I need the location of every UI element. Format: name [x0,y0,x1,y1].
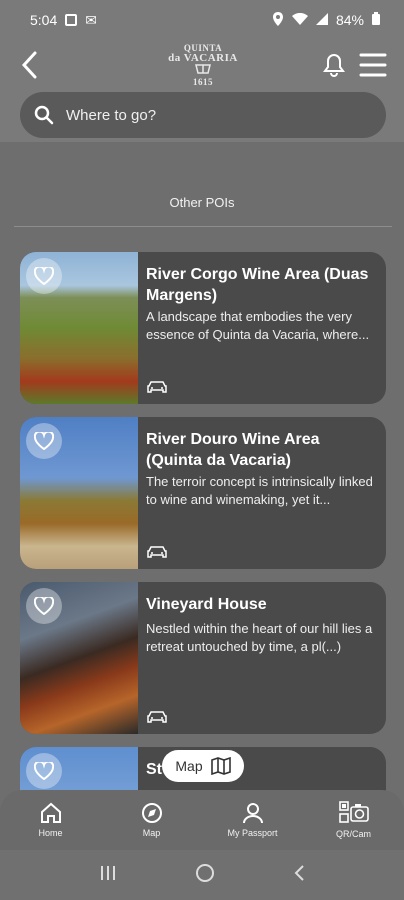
email-icon: ✉ [85,11,97,28]
hamburger-menu-icon [359,53,387,77]
back-button[interactable] [14,48,44,82]
search-icon [34,105,54,125]
person-icon [242,803,263,824]
nav-label: Map [142,828,161,838]
menu-button[interactable] [356,50,390,80]
status-time: 5:04 [30,12,58,28]
notifications-button[interactable] [320,50,348,80]
search-input[interactable]: Where to go? [20,92,386,138]
map-button-label: Map [175,758,203,774]
nav-item-map[interactable]: Map [107,802,197,838]
compass-icon [141,803,162,823]
heart-icon [34,597,54,615]
favorite-button[interactable] [26,423,62,459]
status-bar: 5:04 ✉ 84% [0,0,404,40]
location-icon [272,11,284,29]
section-divider [14,226,392,227]
nav-item-qr-cam[interactable]: QR/Cam [309,801,399,839]
battery-icon [372,12,380,28]
battery-level: 84% [335,12,364,28]
chevron-left-icon [21,51,37,79]
map-toggle-button[interactable]: Map [162,750,244,782]
bell-icon [323,53,345,77]
poi-title: Vineyard House [146,596,267,613]
recent-apps-button[interactable] [99,865,117,886]
poi-description: Nestled within the heart of our hill lie… [146,621,373,654]
heart-icon [34,267,54,285]
nav-label: My Passport [227,828,278,838]
logo-line-2: da VACARIA [168,52,238,64]
app-header: QUINTA da VACARIA 1615 [0,40,404,90]
car-icon [147,546,167,558]
favorite-button[interactable] [26,588,62,624]
nav-item-home[interactable]: Home [6,802,96,838]
favorite-button[interactable] [26,753,62,789]
poi-card[interactable]: River Douro Wine Area (Quinta da Vacaria… [20,417,386,569]
poi-card[interactable]: Vineyard House Nestled within the heart … [20,582,386,734]
poi-description: A landscape that embodies the very essen… [146,309,370,342]
signal-icon [315,12,328,28]
car-icon [147,711,167,723]
poi-card[interactable]: River Corgo Wine Area (Duas Margens) A l… [20,252,386,404]
logo-emblem-icon [195,64,211,74]
nav-label: QR/Cam [335,829,371,839]
status-left: 5:04 ✉ [30,12,97,29]
notification-icon [65,14,78,26]
folded-map-icon [210,757,231,775]
qr-camera-icon [338,801,369,823]
wifi-icon [291,12,308,28]
home-system-button[interactable] [195,863,215,888]
nav-label: Home [38,828,63,838]
system-navigation-bar [0,850,404,900]
poi-title: River Corgo Wine Area (Duas Margens) [146,266,369,304]
circle-home-icon [196,863,214,882]
search-bar-container: Where to go? [0,90,404,142]
bottom-navigation: Home Map My Passport QR/Cam [0,790,404,850]
home-icon [40,802,61,823]
logo-line-3: 1615 [193,77,213,87]
favorite-button[interactable] [26,258,62,294]
heart-icon [34,762,54,780]
poi-description: The terroir concept is intrinsically lin… [146,474,373,507]
section-title: Other POIs [169,195,235,210]
system-back-button[interactable] [293,864,305,887]
car-icon [147,381,167,393]
nav-item-my-passport[interactable]: My Passport [208,802,298,838]
chevron-left-icon [294,864,304,881]
search-placeholder: Where to go? [66,106,157,124]
heart-icon [34,432,54,450]
recent-apps-icon [101,865,115,880]
poi-title: River Douro Wine Area (Quinta da Vacaria… [146,431,320,469]
brand-logo: QUINTA da VACARIA 1615 [168,40,238,90]
status-right: 84% [272,11,380,29]
